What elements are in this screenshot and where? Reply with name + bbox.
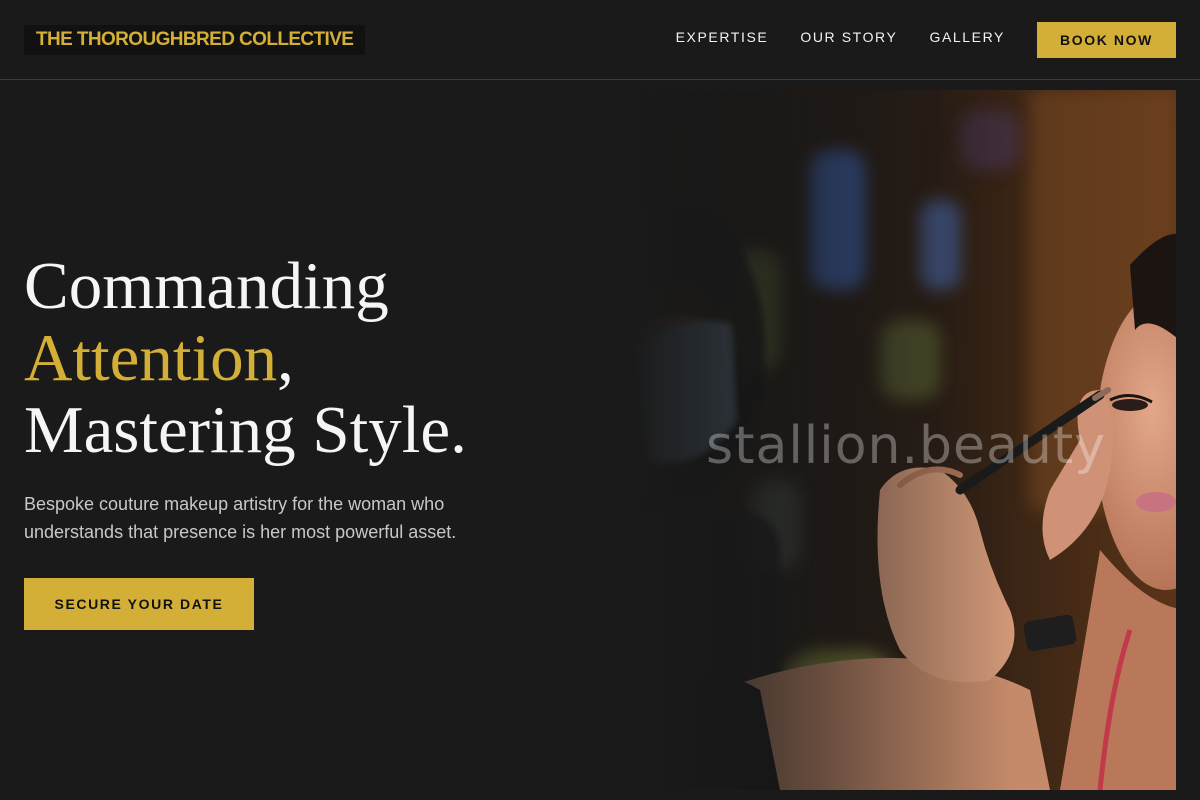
hero-subtitle: Bespoke couture makeup artistry for the … (24, 494, 457, 542)
main-nav: EXPERTISE OUR STORY GALLERY BOOK NOW (676, 22, 1176, 58)
secure-your-date-button[interactable]: SECURE YOUR DATE (24, 578, 254, 630)
hero-title-line-2: Attention, (24, 322, 467, 394)
nav-link-expertise[interactable]: EXPERTISE (676, 19, 769, 55)
hero-photo: stallion.beauty (630, 90, 1176, 790)
book-now-button[interactable]: BOOK NOW (1037, 22, 1176, 58)
hero-title-accent: Attention (24, 321, 278, 395)
hero-title-line-3: Mastering Style. (24, 393, 467, 467)
hero-title: Commanding Attention, Mastering Style. (24, 250, 467, 466)
brand-logo[interactable]: THE THOROUGHBRED COLLECTIVE (24, 25, 366, 55)
site-header: THE THOROUGHBRED COLLECTIVE EXPERTISE OU… (0, 0, 1200, 80)
image-watermark: stallion.beauty (706, 416, 1106, 476)
hero-title-comma: , (277, 321, 294, 395)
hero-title-line-1: Commanding (24, 249, 389, 323)
nav-link-gallery[interactable]: GALLERY (929, 19, 1005, 55)
nav-link-our-story[interactable]: OUR STORY (800, 19, 897, 55)
